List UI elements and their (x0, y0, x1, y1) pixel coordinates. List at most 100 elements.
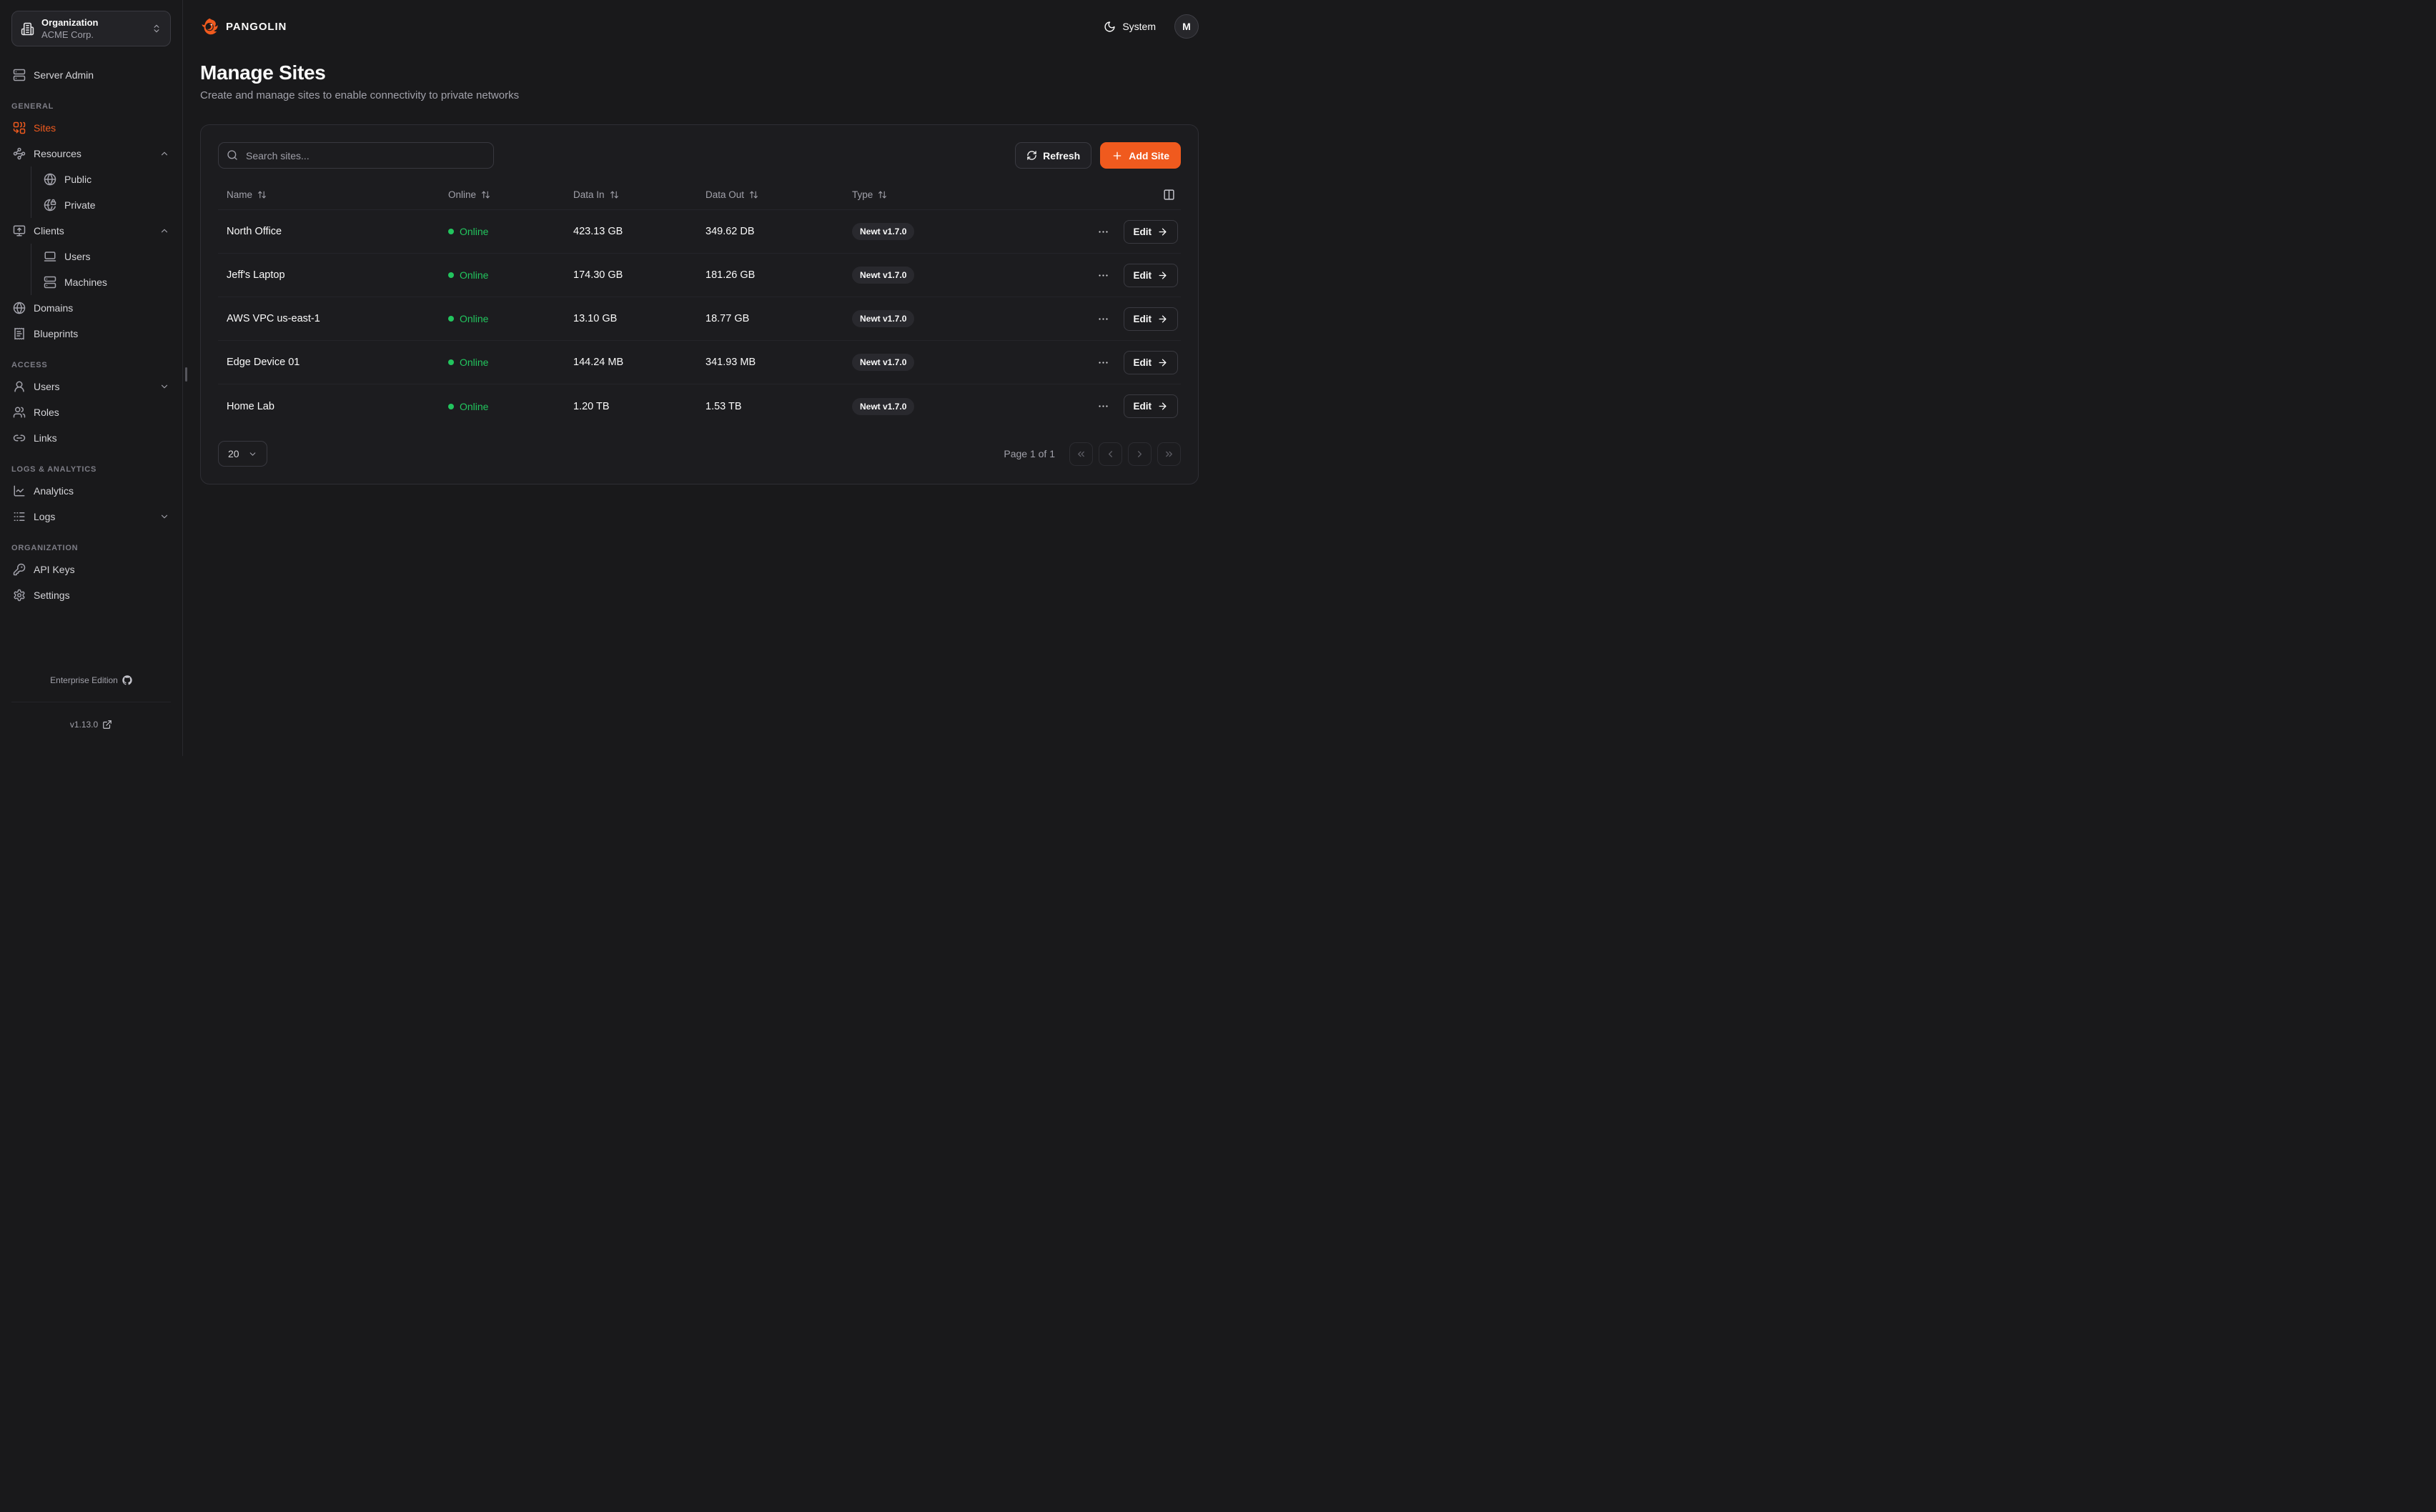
sidebar-item-links[interactable]: Links (11, 425, 171, 451)
edit-label: Edit (1134, 270, 1152, 281)
refresh-button[interactable]: Refresh (1015, 142, 1091, 169)
avatar-initial: M (1182, 21, 1191, 32)
sidebar-item-analytics[interactable]: Analytics (11, 478, 171, 504)
waypoints-icon (13, 147, 26, 160)
add-site-button[interactable]: Add Site (1100, 142, 1181, 169)
column-label: Data Out (705, 189, 744, 200)
sidebar-item-public[interactable]: Public (38, 166, 171, 192)
sidebar-item-roles[interactable]: Roles (11, 399, 171, 425)
row-menu-button[interactable] (1094, 354, 1112, 372)
site-status: Online (440, 401, 565, 412)
sidebar-item-blueprints[interactable]: Blueprints (11, 321, 171, 347)
sidebar-item-server-admin[interactable]: Server Admin (11, 62, 171, 88)
organization-text: Organization ACME Corp. (41, 16, 144, 41)
toggle-columns-button[interactable] (1160, 186, 1178, 204)
sidebar-item-client-users[interactable]: Users (38, 244, 171, 269)
online-dot (448, 359, 454, 365)
site-status: Online (440, 226, 565, 237)
sidebar-item-private[interactable]: Private (38, 192, 171, 218)
sidebar-footer: Enterprise Edition v1.13.0 (11, 659, 171, 746)
site-name: AWS VPC us-east-1 (218, 313, 440, 324)
table-row: North Office Online 423.13 GB 349.62 DB … (218, 210, 1181, 254)
arrow-right-icon (1157, 227, 1168, 237)
monitor-up-icon (13, 224, 26, 237)
sidebar-item-domains[interactable]: Domains (11, 295, 171, 321)
table-row: Home Lab Online 1.20 TB 1.53 TB Newt v1.… (218, 384, 1181, 428)
sidebar-item-label: Clients (34, 225, 64, 237)
chevron-left-icon (1105, 449, 1116, 459)
version-label[interactable]: v1.13.0 (70, 717, 98, 732)
sidebar-item-settings[interactable]: Settings (11, 582, 171, 608)
ellipsis-icon (1097, 269, 1109, 282)
sidebar: Organization ACME Corp. Server Admin GEN… (0, 0, 183, 756)
row-menu-button[interactable] (1094, 267, 1112, 284)
sidebar-item-label: Users (64, 251, 91, 262)
external-link-icon[interactable] (102, 720, 112, 730)
type-badge: Newt v1.7.0 (852, 267, 914, 284)
topbar-right: System M (1104, 14, 1199, 39)
sidebar-item-logs[interactable]: Logs (11, 504, 171, 529)
sidebar-item-machines[interactable]: Machines (38, 269, 171, 295)
sidebar-item-label: Machines (64, 277, 107, 288)
github-icon[interactable] (122, 675, 132, 685)
link-icon (13, 432, 26, 444)
user-icon (13, 380, 26, 393)
sidebar-item-label: Analytics (34, 485, 74, 497)
main-content: PANGOLIN System M Manage Sites Create an… (183, 0, 1218, 756)
pagination: 20 Page 1 of 1 (218, 441, 1181, 467)
row-menu-button[interactable] (1094, 397, 1112, 415)
theme-toggle-button[interactable]: System (1104, 21, 1156, 33)
type-badge: Newt v1.7.0 (852, 223, 914, 240)
edit-button[interactable]: Edit (1124, 351, 1179, 374)
moon-icon (1104, 21, 1116, 33)
sidebar-item-api-keys[interactable]: API Keys (11, 557, 171, 582)
avatar[interactable]: M (1174, 14, 1199, 39)
site-name: North Office (218, 226, 440, 237)
gear-icon (13, 589, 26, 602)
row-menu-button[interactable] (1094, 223, 1112, 241)
edit-button[interactable]: Edit (1124, 264, 1179, 287)
sites-table: Name Online Data In Data Out (218, 180, 1181, 428)
chevron-down-icon (248, 449, 257, 459)
chevron-down-icon (159, 382, 169, 392)
column-header-type[interactable]: Type (843, 189, 1008, 200)
online-dot (448, 272, 454, 278)
site-type-cell: Newt v1.7.0 (843, 354, 1008, 371)
next-page-button[interactable] (1128, 442, 1152, 466)
edit-button[interactable]: Edit (1124, 394, 1179, 418)
site-status: Online (440, 313, 565, 324)
sidebar-item-sites[interactable]: Sites (11, 115, 171, 141)
sidebar-resize-handle[interactable] (185, 367, 187, 382)
sidebar-item-label: Roles (34, 407, 59, 418)
site-data-in: 1.20 TB (565, 401, 697, 412)
edit-button[interactable]: Edit (1124, 307, 1179, 331)
row-menu-button[interactable] (1094, 310, 1112, 328)
arrow-right-icon (1157, 314, 1168, 324)
sidebar-item-label: Server Admin (34, 69, 94, 81)
column-header-online[interactable]: Online (440, 189, 565, 200)
search-input[interactable] (218, 142, 494, 169)
column-header-name[interactable]: Name (218, 189, 440, 200)
organization-selector[interactable]: Organization ACME Corp. (11, 11, 171, 46)
sidebar-item-resources[interactable]: Resources (11, 141, 171, 166)
first-page-button[interactable] (1069, 442, 1093, 466)
last-page-button[interactable] (1157, 442, 1181, 466)
type-badge: Newt v1.7.0 (852, 310, 914, 327)
globe-lock-icon (44, 199, 56, 212)
rows-per-page-select[interactable]: 20 (218, 441, 267, 467)
brand: PANGOLIN (200, 17, 287, 36)
sidebar-item-label: Public (64, 174, 91, 185)
sidebar-item-users[interactable]: Users (11, 374, 171, 399)
column-header-actions (1008, 186, 1181, 204)
ellipsis-icon (1097, 400, 1109, 412)
status-label: Online (460, 226, 488, 237)
chevrons-left-icon (1076, 449, 1086, 459)
site-type-cell: Newt v1.7.0 (843, 223, 1008, 240)
previous-page-button[interactable] (1099, 442, 1122, 466)
column-header-data-in[interactable]: Data In (565, 189, 697, 200)
sidebar-item-clients[interactable]: Clients (11, 218, 171, 244)
theme-toggle-label: System (1122, 21, 1156, 32)
chart-line-icon (13, 484, 26, 497)
column-header-data-out[interactable]: Data Out (697, 189, 843, 200)
edit-button[interactable]: Edit (1124, 220, 1179, 244)
